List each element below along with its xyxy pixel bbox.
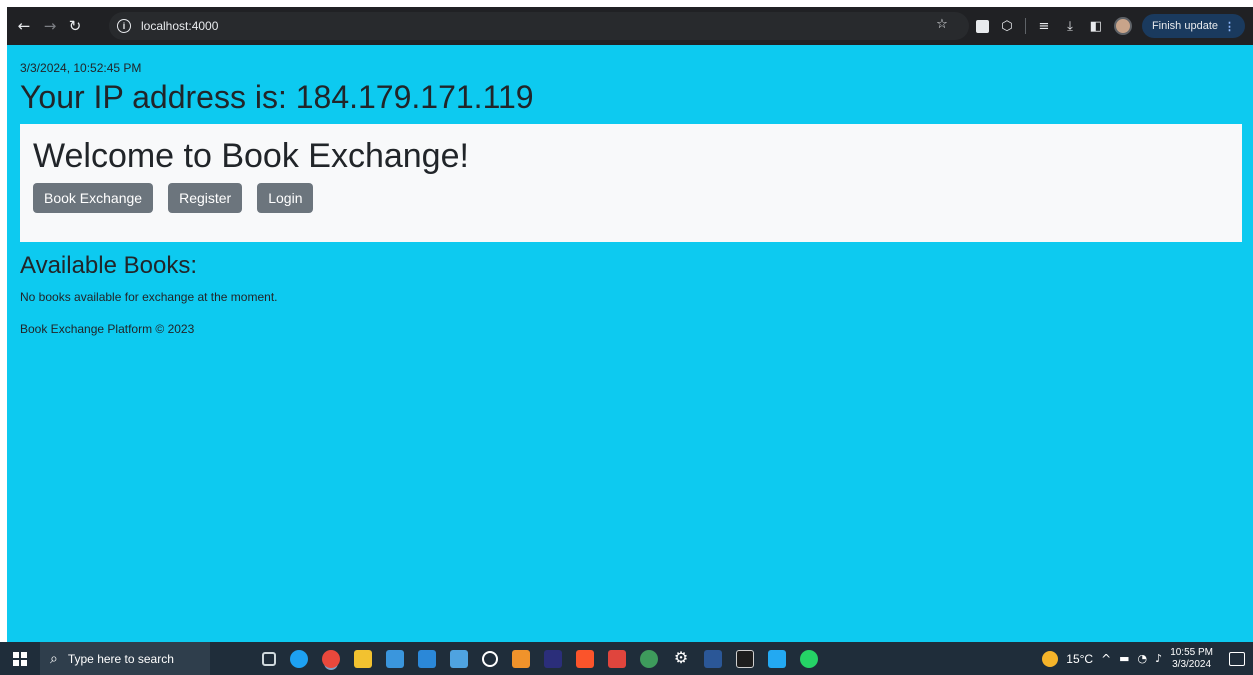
nav-buttons: Book Exchange Register Login [33,183,314,213]
footer: Book Exchange Platform © 2023 [20,322,195,336]
search-icon: ⌕ [50,650,58,667]
browser-toolbar: ← → ↻ i localhost:4000 ☆ ⬡ ≡ ⤓ ◧ Finish … [7,7,1253,45]
url-text: localhost:4000 [141,19,219,33]
taskbar-search[interactable]: ⌕ Type here to search [40,642,210,675]
edge-icon[interactable] [290,649,308,668]
address-bar[interactable]: i localhost:4000 [109,12,969,40]
notification-icon[interactable] [1229,651,1245,666]
profile-avatar[interactable] [1113,17,1132,35]
windows-taskbar: ⌕ Type here to search ⚙ 15°C ^ ▬ ◔ ♪ 10:… [0,642,1253,675]
extensions-puzzle-icon[interactable]: ⬡ [999,18,1015,34]
app-icon[interactable] [608,649,626,668]
page-viewport: 3/3/2024, 10:52:45 PM Your IP address is… [7,45,1253,642]
extension-icon[interactable] [975,19,989,33]
side-panel-icon[interactable]: ◧ [1088,18,1104,34]
vscode-icon[interactable] [768,649,786,668]
windows-logo-icon [13,651,27,666]
clock-date: 3/3/2024 [1172,658,1212,670]
finish-update-button[interactable]: Finish update ⋮ [1141,14,1245,38]
word-icon[interactable] [704,649,722,668]
menu-dots-icon: ⋮ [1224,20,1235,33]
wifi-icon[interactable]: ◔ [1138,652,1148,665]
register-button[interactable]: Register [168,183,243,213]
terminal-icon[interactable] [736,649,754,668]
taskbar-apps: ⚙ [262,649,818,668]
task-view-icon[interactable] [262,651,276,666]
chrome-icon[interactable] [322,649,340,668]
no-books-message: No books available for exchange at the m… [20,290,278,304]
file-explorer-icon[interactable] [354,649,372,668]
mail-icon[interactable] [418,649,436,668]
site-info-icon[interactable]: i [117,19,131,33]
login-button[interactable]: Login [257,183,314,213]
finish-update-label: Finish update [1151,20,1218,32]
media-icon[interactable] [450,649,468,668]
whatsapp-icon[interactable] [800,649,818,668]
volume-icon[interactable]: ♪ [1155,652,1162,665]
start-button[interactable] [0,642,40,675]
amazon-music-icon[interactable] [544,649,562,668]
clock-time: 10:55 PM [1170,646,1213,658]
welcome-heading: Welcome to Book Exchange! [33,137,469,175]
back-icon[interactable]: ← [13,15,35,37]
store-icon[interactable] [386,649,404,668]
sublime-icon[interactable] [512,649,530,668]
book-exchange-button[interactable]: Book Exchange [33,183,154,213]
chrome-profile-icon[interactable] [640,649,658,668]
ip-address-heading: Your IP address is: 184.179.171.119 [20,79,534,115]
system-tray: 15°C ^ ▬ ◔ ♪ 10:55 PM 3/3/2024 [1042,642,1253,675]
network-icon[interactable]: ▬ [1119,652,1129,665]
forward-icon[interactable]: → [39,15,61,37]
player-icon[interactable] [482,650,498,667]
reading-list-icon[interactable]: ≡ [1036,18,1052,34]
timestamp: 3/3/2024, 10:52:45 PM [20,61,142,75]
available-books-heading: Available Books: [20,252,197,279]
weather-moon-icon [1042,650,1059,667]
welcome-jumbotron: Welcome to Book Exchange! Book Exchange … [20,124,1242,242]
toolbar-separator [1024,18,1026,34]
bookmark-star-icon[interactable]: ☆ [934,16,950,32]
taskbar-clock[interactable]: 10:55 PM 3/3/2024 [1170,647,1213,671]
settings-gear-icon[interactable]: ⚙ [672,650,690,668]
reload-icon[interactable]: ↻ [64,15,86,37]
weather-temp[interactable]: 15°C [1066,652,1093,666]
tray-chevron-icon[interactable]: ^ [1101,652,1111,666]
download-icon[interactable]: ⤓ [1062,18,1078,34]
brave-icon[interactable] [576,649,594,668]
taskbar-search-placeholder: Type here to search [67,651,174,666]
